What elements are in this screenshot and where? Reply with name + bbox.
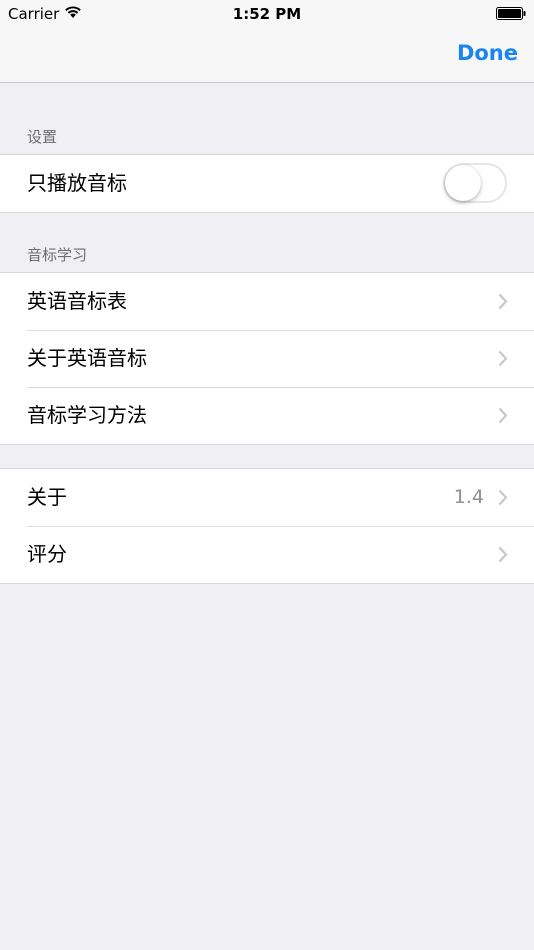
chevron-right-icon bbox=[498, 350, 508, 367]
section-header-settings: 设置 bbox=[27, 128, 58, 146]
list-item-rate[interactable]: 评分 bbox=[0, 526, 534, 583]
navigation-bar: Done bbox=[0, 28, 534, 83]
learning-group: 英语音标表 关于英语音标 音标学习方法 bbox=[0, 272, 534, 445]
row-label: 关于 bbox=[27, 485, 67, 509]
status-bar: Carrier 1:52 PM bbox=[0, 0, 534, 28]
done-button[interactable]: Done bbox=[457, 41, 518, 65]
play-phonetic-only-toggle[interactable] bbox=[443, 163, 507, 203]
chevron-right-icon bbox=[498, 489, 508, 506]
chevron-right-icon bbox=[498, 546, 508, 563]
chevron-right-icon bbox=[498, 293, 508, 310]
settings-group: 只播放音标 bbox=[0, 154, 534, 213]
list-item-about[interactable]: 关于 1.4 bbox=[0, 469, 534, 526]
section-header-learning: 音标学习 bbox=[27, 246, 88, 264]
row-label: 只播放音标 bbox=[27, 171, 127, 195]
battery-icon bbox=[496, 7, 526, 20]
list-item-play-phonetic-only: 只播放音标 bbox=[0, 155, 534, 212]
row-label: 音标学习方法 bbox=[27, 403, 147, 427]
chevron-right-icon bbox=[498, 407, 508, 424]
row-label: 评分 bbox=[27, 542, 67, 566]
toggle-knob bbox=[445, 165, 481, 201]
row-label: 关于英语音标 bbox=[27, 346, 147, 370]
list-item-about-phonetics[interactable]: 关于英语音标 bbox=[0, 330, 534, 387]
about-group: 关于 1.4 评分 bbox=[0, 468, 534, 584]
list-item-phonetic-chart[interactable]: 英语音标表 bbox=[0, 273, 534, 330]
clock: 1:52 PM bbox=[232, 5, 302, 23]
list-item-learning-methods[interactable]: 音标学习方法 bbox=[0, 387, 534, 444]
row-label: 英语音标表 bbox=[27, 289, 127, 313]
version-value: 1.4 bbox=[453, 486, 484, 508]
